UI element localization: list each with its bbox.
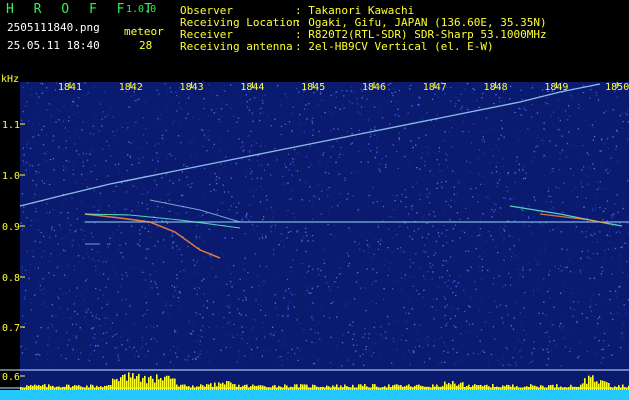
info-value-location: : Ogaki, Gifu, JAPAN (136.60E, 35.35N) [295, 16, 547, 29]
spectrogram-plot: 1841 1842 1843 1844 1845 1846 1847 1848 1849 1850… [0, 72, 629, 400]
info-value-receiver: : R820T2(RTL-SDR) SDR-Sharp 53.1000MHz [295, 28, 547, 41]
freq-label: 1.1 [2, 120, 20, 131]
info-key-observer: Observer [180, 4, 233, 17]
info-key-location: Receiving Location [180, 16, 300, 29]
hrofft-window: H R O F F T 1.0.0 2505111840.png meteor … [0, 0, 629, 400]
freq-label: 1.0 [2, 171, 20, 182]
app-version: 1.0.0 [126, 4, 157, 15]
time-label: 1844 [240, 82, 264, 93]
file-datetime: 25.05.11 18:40 [7, 39, 100, 52]
time-label: 1846 [362, 82, 386, 93]
time-label: 1841 [58, 82, 82, 93]
meteor-count: 28 [139, 39, 153, 52]
info-value-observer: : Takanori Kawachi [295, 4, 415, 17]
info-key-receiver: Receiver [180, 28, 233, 41]
time-label: 1845 [301, 82, 325, 93]
time-label: 1849 [544, 82, 568, 93]
time-label: 1842 [119, 82, 143, 93]
time-label: 1850 [605, 82, 629, 93]
meteor-label: meteor [124, 25, 164, 38]
header-panel: H R O F F T 1.0.0 2505111840.png meteor … [0, 0, 629, 72]
spectrogram-panel: 1841 1842 1843 1844 1845 1846 1847 1848 1849 1850… [0, 72, 629, 400]
file-name: 2505111840.png [7, 21, 100, 34]
freq-label: 0.8 [2, 273, 20, 284]
freq-unit-label: kHz [1, 74, 19, 85]
info-value-antenna: : 2el-HB9CV Vertical (el. E-W) [295, 40, 494, 53]
time-label: 1848 [484, 82, 508, 93]
freq-label: 0.9 [2, 222, 20, 233]
time-label: 1847 [423, 82, 447, 93]
freq-label: 0.7 [2, 323, 20, 334]
spectrogram-background [20, 82, 629, 400]
time-label: 1843 [180, 82, 204, 93]
info-key-antenna: Receiving antenna [180, 40, 293, 53]
baseline-floor [0, 390, 629, 400]
freq-label: 0.6 [2, 372, 20, 383]
